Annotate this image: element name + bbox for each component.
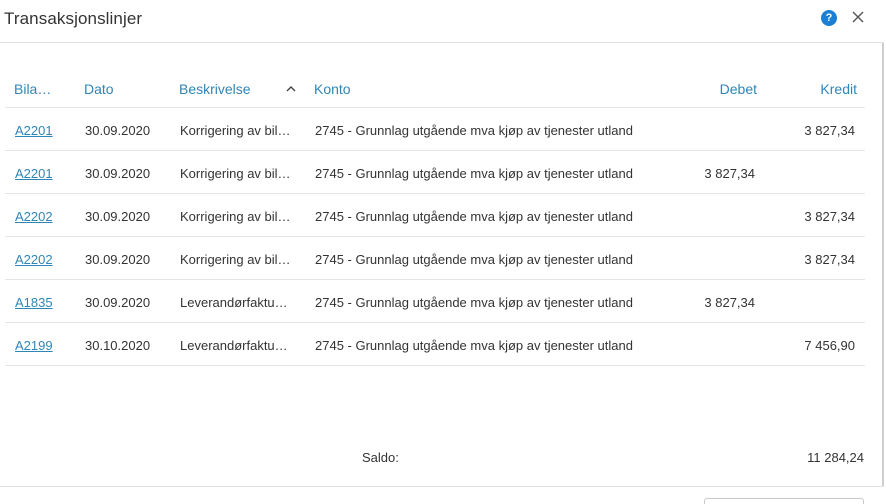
footer-button[interactable]	[704, 498, 864, 504]
saldo-value: 11 284,24	[807, 450, 864, 465]
cell-bilag-link[interactable]: A2202	[15, 252, 75, 267]
column-header-beskrivelse[interactable]: Beskrivelse	[179, 81, 251, 97]
dialog-footer	[0, 486, 884, 504]
sort-ascending-icon[interactable]	[286, 85, 296, 92]
table-header: Bila… Dato Beskrivelse Konto Debet Kredi…	[5, 66, 865, 108]
table-row[interactable]: A1835 30.09.2020 Leverandørfaktu… 2745 - Gr…	[5, 280, 865, 323]
close-icon[interactable]	[851, 10, 865, 24]
cell-dato: 30.09.2020	[85, 252, 151, 267]
cell-bilag-link[interactable]: A2202	[15, 209, 75, 224]
cell-konto: 2745 - Grunnlag utgående mva kjøp av tje…	[315, 252, 633, 267]
column-header-konto[interactable]: Konto	[314, 81, 351, 97]
table-body: A2201 30.09.2020 Korrigering av bil… 2745 -…	[5, 108, 865, 366]
saldo-label: Saldo:	[362, 450, 399, 465]
cell-beskrivelse: Leverandørfaktu…	[180, 338, 288, 353]
cell-beskrivelse: Korrigering av bil…	[180, 252, 291, 267]
cell-beskrivelse: Korrigering av bil…	[180, 209, 291, 224]
column-header-debet[interactable]: Debet	[657, 81, 757, 97]
transaction-lines-dialog: Transaksjonslinjer ? Bila… Dato Beskrive…	[0, 0, 884, 504]
transaction-table: Bila… Dato Beskrivelse Konto Debet Kredi…	[5, 66, 865, 366]
cell-konto: 2745 - Grunnlag utgående mva kjøp av tje…	[315, 209, 633, 224]
cell-kredit: 3 827,34	[804, 209, 855, 224]
cell-bilag-link[interactable]: A1835	[15, 295, 75, 310]
cell-dato: 30.09.2020	[85, 166, 151, 181]
cell-dato: 30.09.2020	[85, 295, 151, 310]
cell-beskrivelse: Korrigering av bil…	[180, 123, 291, 138]
cell-bilag-link[interactable]: A2199	[15, 338, 75, 353]
cell-kredit: 7 456,90	[804, 338, 855, 353]
column-header-kredit[interactable]: Kredit	[757, 81, 857, 97]
cell-konto: 2745 - Grunnlag utgående mva kjøp av tje…	[315, 123, 633, 138]
cell-dato: 30.09.2020	[85, 123, 151, 138]
cell-kredit: 3 827,34	[804, 123, 855, 138]
cell-konto: 2745 - Grunnlag utgående mva kjøp av tje…	[315, 338, 633, 353]
cell-konto: 2745 - Grunnlag utgående mva kjøp av tje…	[315, 295, 633, 310]
cell-bilag-link[interactable]: A2201	[15, 166, 75, 181]
help-icon[interactable]: ?	[821, 10, 837, 26]
dialog-header: Transaksjonslinjer ?	[0, 0, 884, 43]
column-header-bilag[interactable]: Bila…	[14, 81, 56, 97]
cell-dato: 30.10.2020	[85, 338, 151, 353]
cell-beskrivelse: Leverandørfaktu…	[180, 295, 288, 310]
table-row[interactable]: A2199 30.10.2020 Leverandørfaktu… 2745 - Gr…	[5, 323, 865, 366]
cell-kredit: 3 827,34	[804, 252, 855, 267]
cell-debet: 3 827,34	[704, 295, 755, 310]
cell-debet: 3 827,34	[704, 166, 755, 181]
column-header-dato[interactable]: Dato	[84, 81, 114, 97]
cell-konto: 2745 - Grunnlag utgående mva kjøp av tje…	[315, 166, 633, 181]
cell-bilag-link[interactable]: A2201	[15, 123, 75, 138]
table-row[interactable]: A2201 30.09.2020 Korrigering av bil… 2745 -…	[5, 108, 865, 151]
table-row[interactable]: A2201 30.09.2020 Korrigering av bil… 2745 -…	[5, 151, 865, 194]
dialog-title: Transaksjonslinjer	[4, 9, 143, 28]
cell-dato: 30.09.2020	[85, 209, 151, 224]
table-row[interactable]: A2202 30.09.2020 Korrigering av bil… 2745 -…	[5, 194, 865, 237]
table-row[interactable]: A2202 30.09.2020 Korrigering av bil… 2745 -…	[5, 237, 865, 280]
cell-beskrivelse: Korrigering av bil…	[180, 166, 291, 181]
